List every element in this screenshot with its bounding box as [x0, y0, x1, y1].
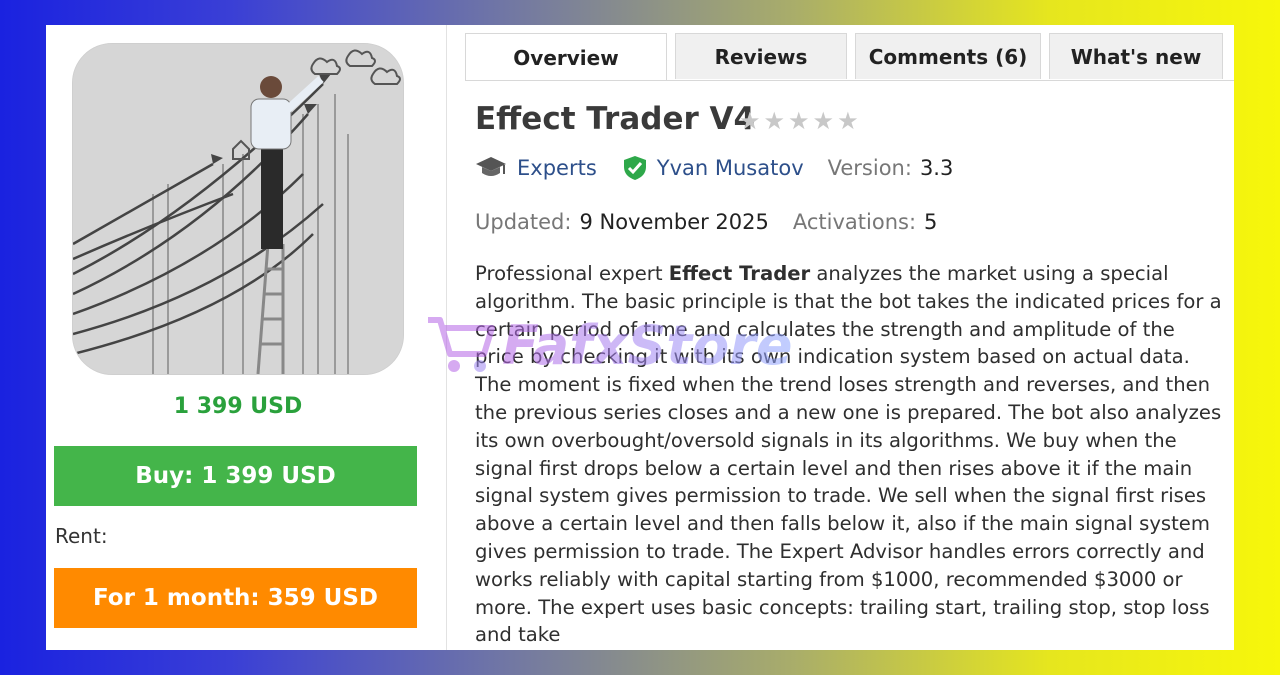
purchase-panel: 1 399 USD Buy: 1 399 USD Rent: For 1 mon… [46, 25, 447, 650]
version-label: Version: [827, 156, 912, 180]
verified-shield-icon [623, 155, 647, 181]
tab-bar: Overview Reviews Comments (6) What's new [465, 33, 1234, 81]
star-icon[interactable]: ★ [813, 109, 835, 133]
activations-label: Activations: [792, 210, 917, 234]
author-link[interactable]: Yvan Musatov [657, 156, 804, 180]
tab-reviews[interactable]: Reviews [675, 33, 847, 79]
graduation-cap-icon [475, 155, 507, 181]
product-title: Effect Trader V4 [475, 101, 756, 137]
buy-button[interactable]: Buy: 1 399 USD [54, 446, 417, 506]
rent-1-month-button[interactable]: For 1 month: 359 USD [54, 568, 417, 628]
updated-label: Updated: [475, 210, 572, 234]
trader-illustration [73, 44, 403, 374]
tab-whats-new[interactable]: What's new [1049, 33, 1223, 79]
rent-label: Rent: [55, 524, 108, 548]
product-description: Professional expert Effect Trader analyz… [475, 260, 1223, 649]
price-label: 1 399 USD [173, 394, 303, 419]
star-icon[interactable]: ★ [788, 109, 810, 133]
description-product-name: Effect Trader [668, 262, 811, 285]
star-icon[interactable]: ★ [739, 109, 761, 133]
star-icon[interactable]: ★ [764, 109, 786, 133]
product-details: Overview Reviews Comments (6) What's new… [447, 25, 1234, 650]
description-intro: Professional expert [475, 262, 669, 285]
tab-overview[interactable]: Overview [465, 33, 667, 81]
product-card: 1 399 USD Buy: 1 399 USD Rent: For 1 mon… [46, 25, 1234, 650]
meta-row-updated: Updated: 9 November 2025 Activations: 5 [475, 210, 937, 234]
meta-row-category: Experts Yvan Musatov Version: 3.3 [475, 155, 953, 181]
category-link[interactable]: Experts [517, 156, 597, 180]
star-icon[interactable]: ★ [837, 109, 859, 133]
rating-stars[interactable]: ★ ★ ★ ★ ★ [739, 109, 859, 133]
product-image [72, 43, 404, 375]
tab-comments[interactable]: Comments (6) [855, 33, 1041, 79]
version-value: 3.3 [919, 156, 954, 180]
activations-value: 5 [924, 210, 938, 234]
description-body: analyzes the market using a special algo… [475, 262, 1222, 647]
updated-value: 9 November 2025 [579, 210, 769, 234]
tabs-divider [465, 80, 1234, 81]
